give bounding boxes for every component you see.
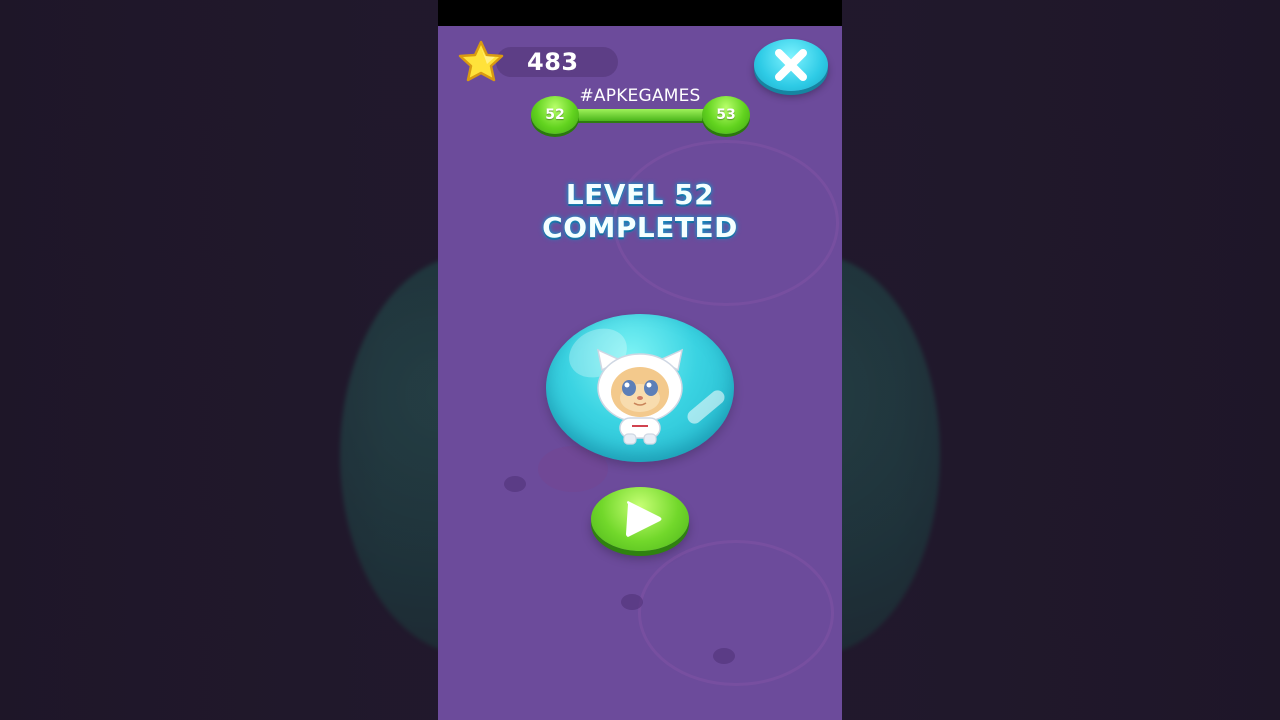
game-screen: 483 #APKEGAMES 52 53 LEVEL 52 COMPLETED [438,0,842,720]
astronaut-cat-character [596,348,684,445]
play-next-button[interactable] [591,487,689,551]
play-icon [626,501,662,537]
background-ring [638,540,834,686]
level-complete-title: LEVEL 52 COMPLETED [438,178,842,244]
title-line-level: LEVEL 52 [565,178,715,211]
current-level-badge: 52 [531,96,579,134]
stage: 483 #APKEGAMES 52 53 LEVEL 52 COMPLETED [0,0,1280,720]
close-icon [775,49,807,81]
next-level-badge: 53 [702,96,750,134]
background-dot [713,648,735,664]
background-dot [621,594,643,610]
title-line-completed: COMPLETED [542,211,738,244]
close-button[interactable] [754,39,828,91]
score-value: 483 [527,48,579,76]
watermark-text: #APKEGAMES [579,86,701,106]
background-dot [504,476,526,492]
star-icon [458,40,504,82]
status-bar [438,0,842,26]
